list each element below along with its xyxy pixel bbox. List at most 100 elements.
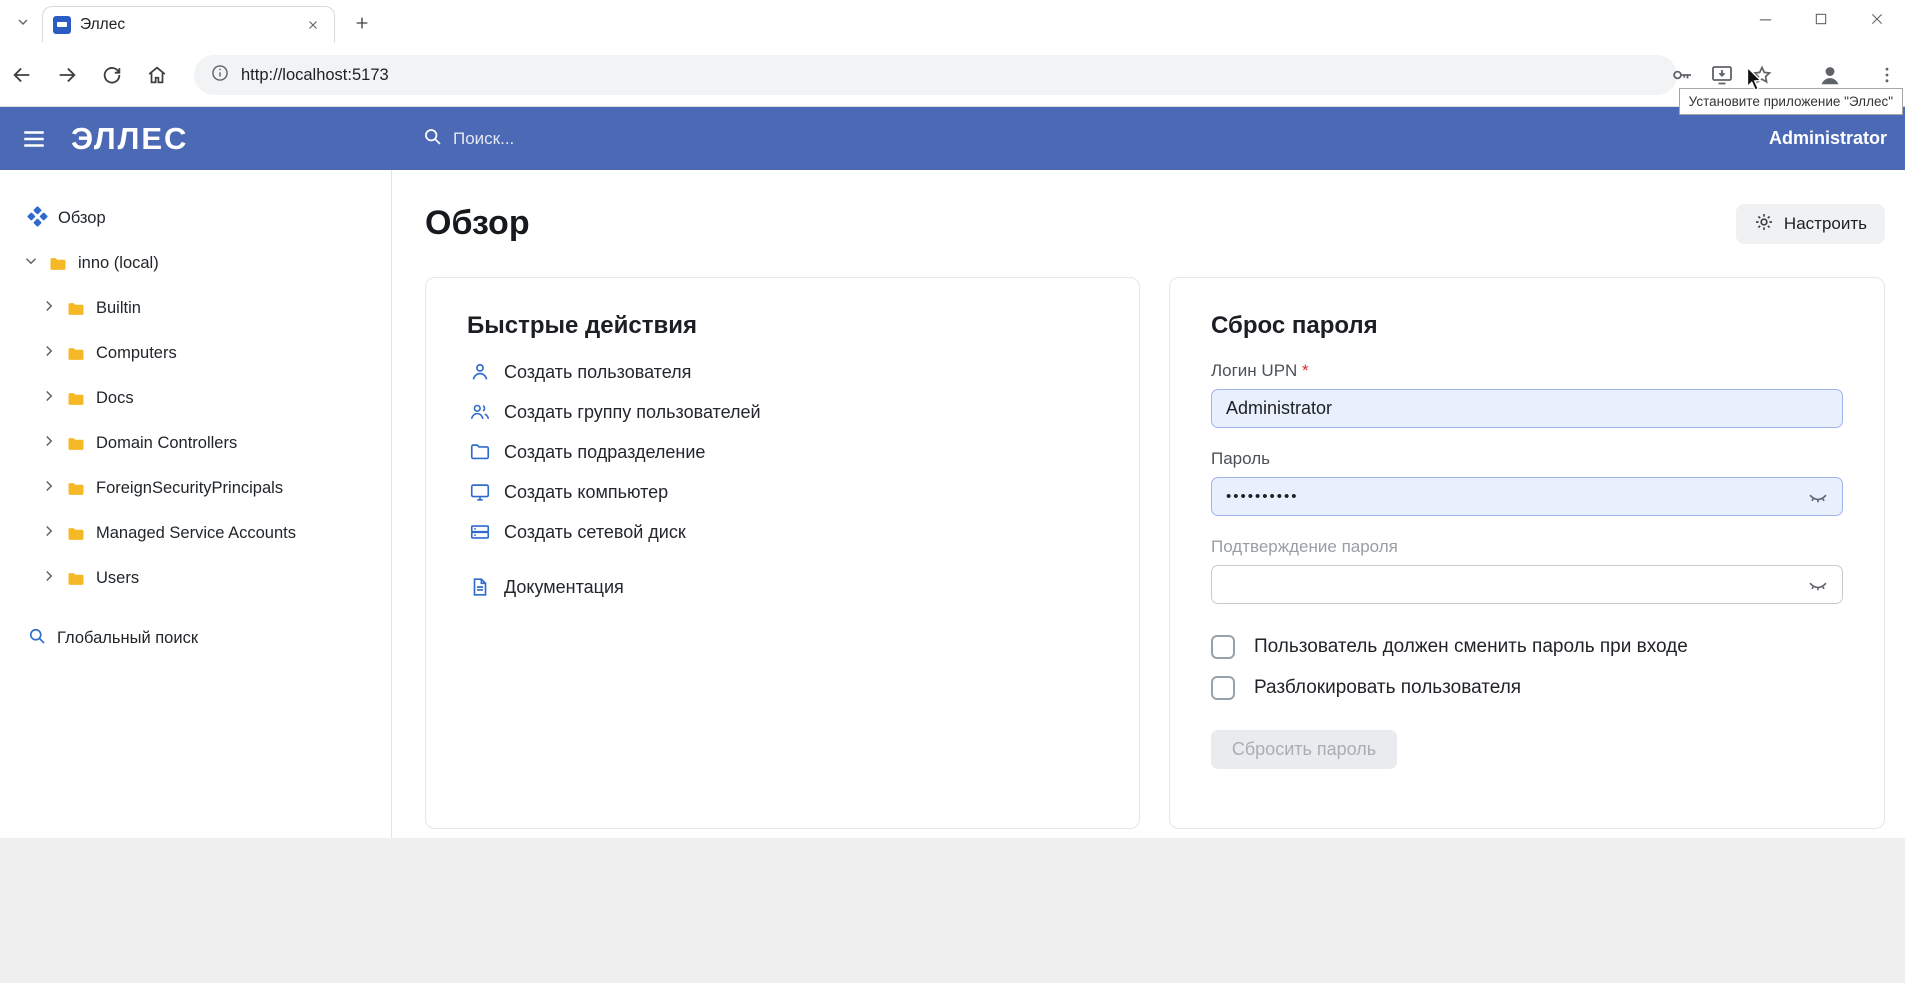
address-bar[interactable]: http://localhost:5173 (194, 55, 1677, 95)
user-group-icon (469, 401, 491, 423)
sidebar-item-overview[interactable]: Обзор (0, 196, 391, 241)
folder-outline-icon (469, 441, 491, 463)
minimize-button[interactable] (1737, 0, 1793, 38)
browser-toolbar: http://localhost:5173 (0, 42, 1905, 107)
page-background (0, 838, 1905, 983)
site-favicon-icon (53, 16, 71, 34)
tree-node-docs[interactable]: Docs (0, 376, 391, 421)
configure-button-label: Настроить (1784, 214, 1867, 234)
bookmark-star-icon[interactable] (1745, 58, 1779, 92)
must-change-password-row[interactable]: Пользователь должен сменить пароль при в… (1211, 635, 1843, 659)
chevron-right-icon[interactable] (40, 522, 58, 545)
folder-icon (66, 299, 86, 319)
install-app-icon[interactable] (1705, 58, 1739, 92)
new-tab-button[interactable] (347, 9, 377, 37)
unlock-user-checkbox[interactable] (1211, 676, 1235, 700)
header-search[interactable] (422, 107, 753, 170)
reload-button[interactable] (95, 58, 129, 92)
header-search-input[interactable] (453, 129, 753, 149)
password-input[interactable] (1211, 477, 1843, 516)
browser-menu-icon[interactable] (1870, 58, 1904, 92)
unlock-user-label: Разблокировать пользователя (1254, 677, 1521, 699)
search-icon (422, 126, 443, 152)
folder-icon (66, 569, 86, 589)
action-label: Создать пользователя (504, 362, 691, 383)
chevron-right-icon[interactable] (40, 567, 58, 590)
action-create-user-group[interactable]: Создать группу пользователей (467, 392, 1098, 432)
required-asterisk: * (1302, 361, 1309, 380)
action-label: Создать подразделение (504, 442, 705, 463)
login-upn-label: Логин UPN * (1211, 361, 1843, 381)
url-text[interactable]: http://localhost:5173 (241, 66, 389, 85)
browser-tab[interactable]: Эллес (42, 6, 335, 42)
must-change-password-label: Пользователь должен сменить пароль при в… (1254, 636, 1688, 658)
tree-node-label: Docs (96, 389, 134, 408)
tree-node-label: Managed Service Accounts (96, 524, 296, 543)
chevron-right-icon[interactable] (40, 342, 58, 365)
reset-password-button[interactable]: Сбросить пароль (1211, 730, 1397, 769)
action-create-organizational-unit[interactable]: Создать подразделение (467, 432, 1098, 472)
tree-node-foreign-security-principals[interactable]: ForeignSecurityPrincipals (0, 466, 391, 511)
folder-icon (66, 524, 86, 544)
maximize-button[interactable] (1793, 0, 1849, 38)
action-create-user[interactable]: Создать пользователя (467, 352, 1098, 392)
back-button[interactable] (5, 58, 39, 92)
tab-close-icon[interactable] (302, 14, 324, 36)
tree-node-users[interactable]: Users (0, 556, 391, 601)
close-window-button[interactable] (1849, 0, 1905, 38)
tab-strip: Эллес (0, 0, 1905, 42)
profile-avatar-icon[interactable] (1813, 58, 1847, 92)
folder-icon (66, 434, 86, 454)
tab-title: Эллес (80, 16, 293, 34)
tree-node-computers[interactable]: Computers (0, 331, 391, 376)
action-label: Создать компьютер (504, 482, 668, 503)
must-change-password-checkbox[interactable] (1211, 635, 1235, 659)
tab-search-chevron-icon[interactable] (10, 11, 36, 33)
sidebar: Обзор inno (local) Builtin (0, 170, 392, 838)
login-upn-input[interactable] (1211, 389, 1843, 428)
password-reset-card: Сброс пароля Логин UPN * Пароль Подтверж… (1169, 277, 1885, 829)
confirm-password-input[interactable] (1211, 565, 1843, 604)
forward-button[interactable] (50, 58, 84, 92)
action-documentation[interactable]: Документация (467, 567, 1098, 607)
chevron-right-icon[interactable] (40, 387, 58, 410)
page-title: Обзор (425, 204, 530, 243)
app-header: ЭЛЛЕС Administrator (0, 107, 1905, 170)
tree-node-label: Domain Controllers (96, 434, 237, 453)
folder-icon (48, 254, 68, 274)
unlock-user-row[interactable]: Разблокировать пользователя (1211, 676, 1843, 700)
window-controls (1737, 0, 1905, 38)
sidebar-global-search-label: Глобальный поиск (57, 629, 198, 648)
configure-button[interactable]: Настроить (1736, 204, 1885, 244)
chevron-down-icon[interactable] (22, 252, 40, 275)
tree-node-label: Builtin (96, 299, 141, 318)
current-user-label[interactable]: Administrator (1769, 128, 1887, 149)
tree-node-managed-service-accounts[interactable]: Managed Service Accounts (0, 511, 391, 556)
folder-icon (66, 479, 86, 499)
toggle-confirm-visibility-icon[interactable] (1806, 573, 1830, 597)
confirm-password-label: Подтверждение пароля (1211, 537, 1843, 557)
page-info-icon[interactable] (210, 63, 230, 88)
action-label: Документация (504, 577, 624, 598)
password-manager-icon[interactable] (1665, 58, 1699, 92)
computer-icon (469, 481, 491, 503)
action-create-computer[interactable]: Создать компьютер (467, 472, 1098, 512)
quick-actions-card: Быстрые действия Создать пользователя Со… (425, 277, 1140, 829)
toggle-password-visibility-icon[interactable] (1806, 485, 1830, 509)
action-label: Создать сетевой диск (504, 522, 686, 543)
tree-node-domain-controllers[interactable]: Domain Controllers (0, 421, 391, 466)
sidebar-item-global-search[interactable]: Глобальный поиск (0, 616, 391, 661)
tree-node-domain-root[interactable]: inno (local) (0, 241, 391, 286)
chevron-right-icon[interactable] (40, 477, 58, 500)
chevron-right-icon[interactable] (40, 432, 58, 455)
menu-hamburger-icon[interactable] (21, 126, 47, 152)
chevron-right-icon[interactable] (40, 297, 58, 320)
main-content: Обзор Настроить Быстрые действия Создать… (393, 170, 1905, 838)
action-create-network-drive[interactable]: Создать сетевой диск (467, 512, 1098, 552)
search-icon (27, 626, 47, 651)
tree-node-label: Users (96, 569, 139, 588)
sidebar-overview-label: Обзор (58, 209, 106, 228)
tree-node-label: Computers (96, 344, 177, 363)
tree-node-builtin[interactable]: Builtin (0, 286, 391, 331)
home-button[interactable] (140, 58, 174, 92)
